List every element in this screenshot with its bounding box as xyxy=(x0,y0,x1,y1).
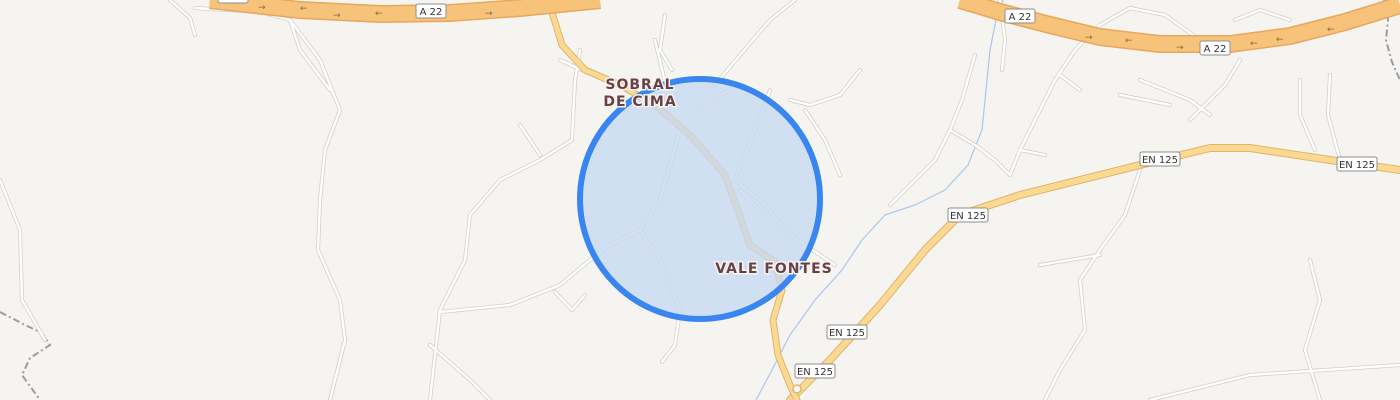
road-shield-a22-2: A 22 xyxy=(1004,8,1036,24)
arrow-icon: ← xyxy=(1276,35,1284,45)
road-shield-label: A 22 xyxy=(1009,12,1032,23)
arrow-icon: ← xyxy=(375,9,383,19)
arrow-icon: → xyxy=(258,3,266,13)
location-accuracy-circle xyxy=(577,76,823,322)
map-view[interactable]: → ← → ← → → ← → ← ← ← A 22 A 22 A 22 EN … xyxy=(0,0,1400,400)
road-shield-en125-5: EN 125 xyxy=(794,363,836,379)
road-shield-en125-2: EN 125 xyxy=(1336,156,1378,172)
road-shield-label: EN 125 xyxy=(797,367,833,378)
road-shield-label: A 22 xyxy=(420,7,443,18)
arrow-icon: ← xyxy=(1327,25,1335,35)
road-shield-en125-4: EN 125 xyxy=(826,324,868,340)
place-label-vale-fontes[interactable]: VALE FONTES xyxy=(714,260,833,279)
map-canvas[interactable]: → ← → ← → → ← → ← ← ← A 22 A 22 A 22 EN … xyxy=(0,0,1400,400)
arrow-icon: ← xyxy=(1250,39,1258,49)
road-shield-label: EN 125 xyxy=(1339,160,1375,171)
road-shield-en125-1: EN 125 xyxy=(1139,151,1181,167)
arrow-icon: → xyxy=(1085,33,1093,43)
road-shield-label: EN 125 xyxy=(950,211,986,222)
arrow-icon: → xyxy=(485,9,493,19)
place-label-sobral-de-cima-line2[interactable]: DE CIMA xyxy=(602,93,677,112)
arrow-icon: ← xyxy=(300,4,308,14)
road-shield-label: A 22 xyxy=(1204,44,1227,55)
arrow-icon: ← xyxy=(1125,36,1133,46)
arrow-icon: → xyxy=(333,11,341,21)
road-shield-label: EN 125 xyxy=(1142,155,1178,166)
road-shield-a22-3: A 22 xyxy=(1199,40,1231,56)
road-shield-en125-3: EN 125 xyxy=(947,207,989,223)
arrow-icon: → xyxy=(1176,43,1184,53)
road-shield-a22-partial xyxy=(217,0,249,4)
roundabout-icon xyxy=(792,384,802,394)
road-shield-label: EN 125 xyxy=(829,328,865,339)
place-label-sobral-de-cima-line1[interactable]: SOBRAL xyxy=(604,76,675,95)
road-shield-a22-1: A 22 xyxy=(415,3,447,19)
